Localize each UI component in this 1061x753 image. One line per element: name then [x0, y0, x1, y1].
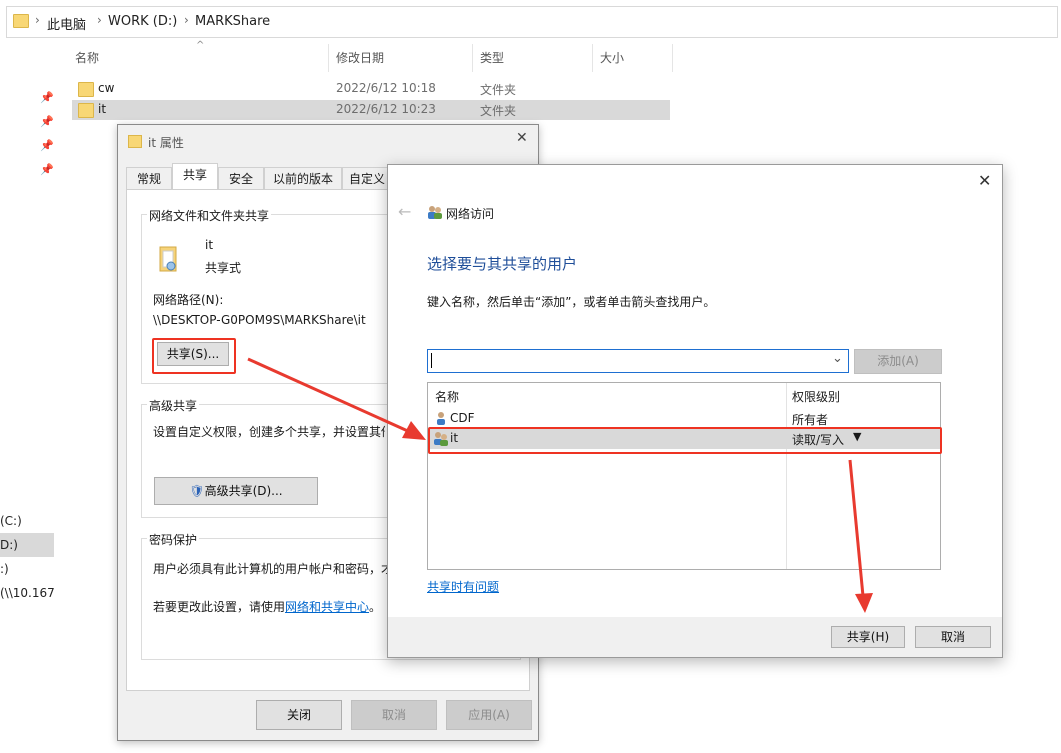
- annotation-arrow: [248, 359, 410, 432]
- annotation-arrow: [850, 460, 863, 596]
- annotation-arrowhead: [855, 593, 873, 613]
- annotation-arrows: [0, 0, 1061, 753]
